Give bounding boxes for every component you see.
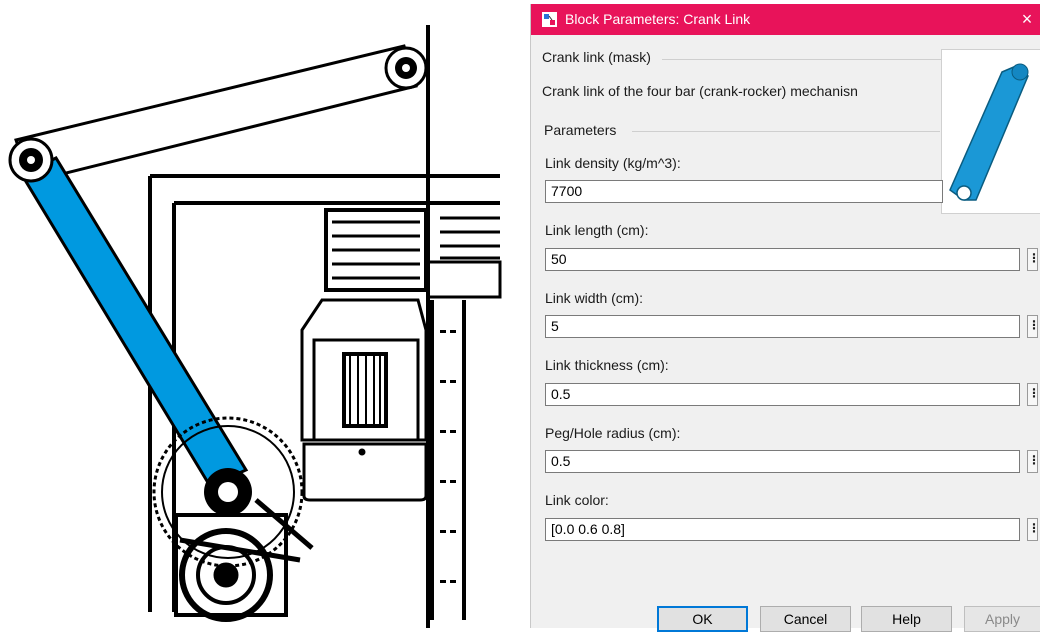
help-button[interactable]: Help — [861, 606, 952, 632]
parameters-legend: Parameters — [544, 122, 617, 138]
cancel-button[interactable]: Cancel — [760, 606, 851, 632]
peg-hole-radius-label: Peg/Hole radius (cm): — [545, 425, 681, 441]
mask-description-group: Crank link (mask) Crank link of the four… — [540, 49, 942, 107]
coupler-link — [14, 44, 428, 184]
upper-motor — [300, 208, 500, 502]
peg-hole-radius-more-button[interactable]: ⋮ — [1027, 450, 1040, 473]
link-width-field[interactable]: 5 — [545, 315, 1020, 338]
link-density-label: Link density (kg/m^3): — [545, 155, 681, 171]
parameters-group: Parameters Link density (kg/m^3): 7700 L… — [540, 122, 1040, 562]
link-thickness-more-button[interactable]: ⋮ — [1027, 383, 1040, 406]
ok-button[interactable]: OK — [657, 606, 748, 632]
mechanism-diagram — [0, 0, 525, 628]
title-bar[interactable]: Block Parameters: Crank Link × — [531, 4, 1040, 35]
dialog-title: Block Parameters: Crank Link — [565, 11, 751, 27]
mechanism-svg — [8, 25, 502, 628]
link-color-field[interactable]: [0.0 0.6 0.8] — [545, 518, 1020, 541]
chain — [430, 300, 466, 620]
mask-title: Crank link (mask) — [542, 49, 651, 65]
link-length-label: Link length (cm): — [545, 222, 649, 238]
block-parameters-dialog: Block Parameters: Crank Link × Crank lin… — [530, 4, 1040, 632]
close-icon[interactable]: × — [1016, 4, 1038, 35]
group-divider — [632, 131, 940, 132]
link-thickness-field[interactable]: 0.5 — [545, 383, 1020, 406]
link-color-more-button[interactable]: ⋮ — [1027, 518, 1040, 541]
link-length-field[interactable]: 50 — [545, 248, 1020, 271]
apply-button[interactable]: Apply — [964, 606, 1040, 632]
link-density-field[interactable]: 7700 — [545, 180, 943, 203]
link-length-more-button[interactable]: ⋮ — [1027, 248, 1040, 271]
peg-hole-radius-field[interactable]: 0.5 — [545, 450, 1020, 473]
link-color-label: Link color: — [545, 492, 609, 508]
left-joint — [8, 137, 54, 183]
link-width-label: Link width (cm): — [545, 290, 644, 306]
simulink-app-icon — [542, 12, 557, 27]
link-width-more-button[interactable]: ⋮ — [1027, 315, 1040, 338]
crank-link — [19, 156, 249, 488]
group-divider — [662, 59, 942, 60]
mask-description: Crank link of the four bar (crank-rocker… — [542, 83, 858, 99]
link-thickness-label: Link thickness (cm): — [545, 357, 669, 373]
